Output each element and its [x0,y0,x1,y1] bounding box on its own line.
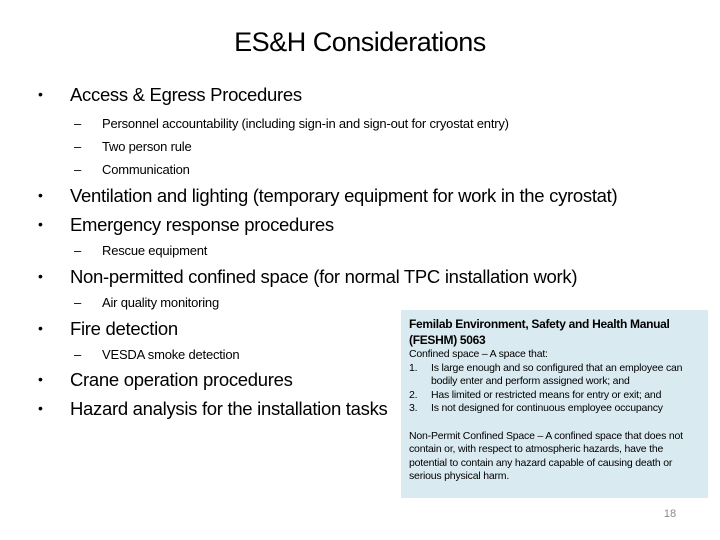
bullet-icon: • [38,216,43,232]
bullet-access-egress: • Access & Egress Procedures [38,84,302,106]
criteria-item: 1. Is large enough and so configured tha… [409,362,700,389]
sub-bullet-rescue-equipment: – Rescue equipment [74,243,207,258]
bullet-crane-operation: • Crane operation procedures [38,369,293,391]
feshm-callout-box: Femilab Environment, Safety and Health M… [401,310,708,498]
bullet-icon: • [38,187,43,203]
sub-bullet-text: Communication [102,162,190,177]
dash-icon: – [74,162,82,177]
bullet-text: Ventilation and lighting (temporary equi… [70,185,618,206]
bullet-text: Fire detection [70,318,178,339]
dash-icon: – [74,243,82,258]
bullet-icon: • [38,268,43,284]
dash-icon: – [74,295,82,310]
bullet-icon: • [38,371,43,387]
criteria-text: Is large enough and so configured that a… [431,361,683,388]
bullet-emergency-response: • Emergency response procedures [38,214,334,236]
bullet-non-permitted-confined-space: • Non-permitted confined space (for norma… [38,266,578,288]
page-number: 18 [663,508,677,520]
criteria-text: Has limited or restricted means for entr… [431,388,662,401]
bullet-ventilation-lighting: • Ventilation and lighting (temporary equ… [38,185,618,207]
dash-icon: – [74,116,82,131]
confined-space-criteria-list: 1. Is large enough and so configured tha… [409,362,700,416]
bullet-text: Non-permitted confined space (for normal… [70,266,578,287]
sub-bullet-text: Air quality monitoring [102,295,219,310]
bullet-text: Access & Egress Procedures [70,84,302,105]
sub-bullet-text: Personnel accountability (including sign… [102,116,509,131]
criteria-text: Is not designed for continuous employee … [431,402,663,414]
bullet-text: Hazard analysis for the installation tas… [70,398,388,419]
dash-icon: – [74,139,82,154]
confined-space-intro: Confined space – A space that: [409,348,548,360]
sub-bullet-air-quality: – Air quality monitoring [74,295,219,310]
bullet-hazard-analysis: • Hazard analysis for the installation ta… [38,398,388,420]
bullet-text: Crane operation procedures [70,369,293,390]
criteria-number: 1. [409,361,418,374]
criteria-item: 2. Has limited or restricted means for e… [409,389,700,403]
bullet-fire-detection: • Fire detection [38,318,178,340]
criteria-number: 3. [409,402,418,414]
sub-bullet-personnel-accountability: – Personnel accountability (including sig… [74,116,509,131]
bullet-icon: • [38,86,43,102]
sub-bullet-communication: – Communication [74,162,190,177]
dash-icon: – [74,347,82,362]
callout-heading: Femilab Environment, Safety and Health M… [409,317,670,347]
bullet-icon: • [38,320,43,336]
slide-title: ES&H Considerations [234,27,486,57]
criteria-item: 3. Is not designed for continuous employ… [409,402,700,416]
bullet-text: Emergency response procedures [70,214,334,235]
sub-bullet-two-person-rule: – Two person rule [74,139,192,154]
non-permit-definition: Non-Permit Confined Space – A confined s… [409,429,683,483]
sub-bullet-text: Rescue equipment [102,243,208,258]
sub-bullet-text: VESDA smoke detection [102,347,240,362]
sub-bullet-text: Two person rule [102,139,192,154]
sub-bullet-vesda: – VESDA smoke detection [74,347,240,362]
criteria-number: 2. [409,388,418,401]
bullet-icon: • [38,400,43,416]
